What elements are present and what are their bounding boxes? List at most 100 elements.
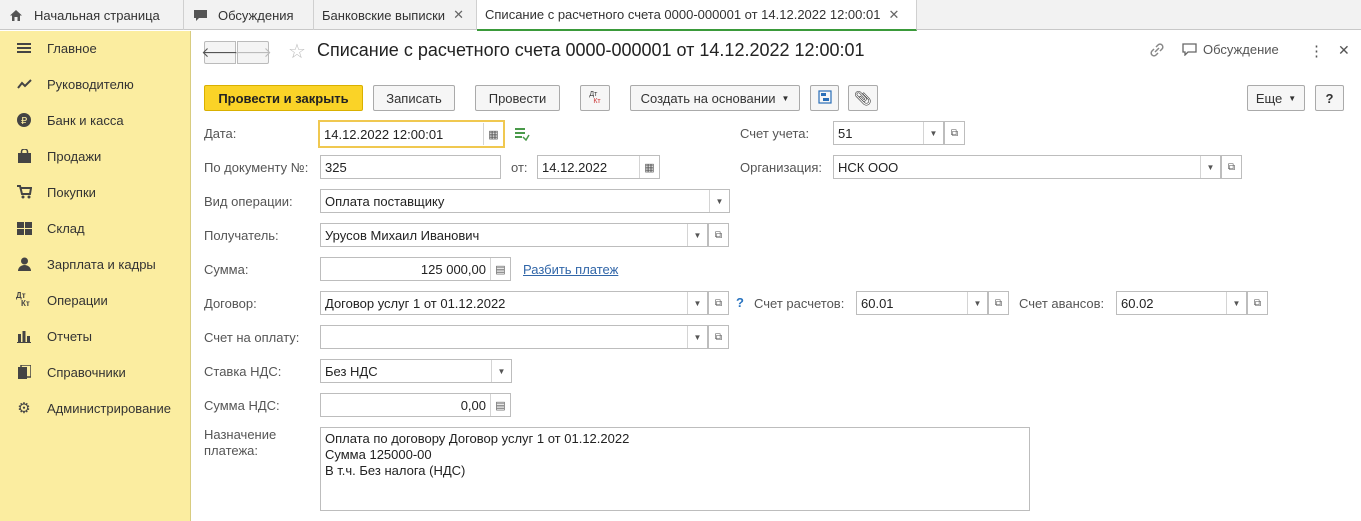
optype-value: Оплата поставщику (325, 193, 445, 209)
org-select[interactable]: НСК ООО ▼ (833, 155, 1221, 179)
tab-document[interactable]: Списание с расчетного счета 0000-000001 … (477, 0, 917, 31)
discussion-label: Обсуждение (1203, 42, 1279, 57)
menu-icon (16, 40, 32, 56)
split-payment-link[interactable]: Разбить платеж (523, 262, 618, 277)
calculator-icon[interactable]: ▤ (490, 258, 510, 280)
sidebar-item-label: Банк и касса (47, 112, 124, 128)
chevron-down-icon[interactable]: ▼ (687, 326, 707, 348)
discussion-button[interactable]: Обсуждение (1182, 42, 1279, 57)
docnum-field[interactable]: 325 (320, 155, 501, 179)
org-label: Организация: (740, 160, 823, 175)
sidebar-item-label: Руководителю (47, 76, 134, 92)
from-date-field[interactable]: 14.12.2022 ▦ (537, 155, 660, 179)
open-icon[interactable]: ⧉ (1247, 291, 1268, 315)
dt-kt-icon: Дт Кт (589, 91, 601, 105)
vat-rate-select[interactable]: Без НДС ▼ (320, 359, 512, 383)
sidebar-item-salary[interactable]: Зарплата и кадры (0, 252, 191, 276)
sidebar-item-label: Зарплата и кадры (47, 256, 156, 272)
optype-label: Вид операции: (204, 194, 293, 209)
sidebar-item-warehouse[interactable]: Склад (0, 216, 191, 240)
star-icon[interactable]: ☆ (288, 39, 306, 64)
open-icon[interactable]: ⧉ (708, 325, 729, 349)
post-button[interactable]: Провести (475, 85, 560, 111)
tab-label: Банковские выписки (322, 7, 446, 23)
sidebar-item-purchases[interactable]: Покупки (0, 180, 191, 204)
books-icon (16, 364, 32, 380)
open-icon[interactable]: ⧉ (1221, 155, 1242, 179)
settle-select[interactable]: 60.01 ▼ (856, 291, 988, 315)
recipient-select[interactable]: Урусов Михаил Иванович ▼ (320, 223, 708, 247)
settle-label: Счет расчетов: (754, 296, 845, 311)
vat-rate-label: Ставка НДС: (204, 364, 282, 379)
post-and-close-button[interactable]: Провести и закрыть (204, 85, 363, 111)
sidebar-item-operations[interactable]: Дт Кт Операции (0, 288, 191, 312)
purpose-line: В т.ч. Без налога (НДС) (325, 463, 466, 478)
structure-button[interactable] (810, 85, 839, 111)
docnum-value: 325 (325, 159, 347, 175)
tab-home[interactable]: Начальная страница (0, 0, 184, 30)
chevron-down-icon[interactable]: ▼ (709, 190, 729, 212)
close-icon[interactable]: ✕ (453, 7, 464, 23)
document-form: 🡐 🡒 ☆ Списание с расчетного счета 0000-0… (192, 31, 1361, 521)
calendar-icon[interactable]: ▦ (483, 123, 503, 145)
tab-bank-statements[interactable]: Банковские выписки ✕ (314, 0, 477, 30)
from-label: от: (511, 160, 528, 175)
chevron-down-icon[interactable]: ▼ (923, 122, 943, 144)
sidebar-item-main[interactable]: Главное (0, 36, 191, 60)
close-icon[interactable]: ✕ (1338, 42, 1350, 59)
help-icon[interactable]: ? (736, 295, 744, 310)
back-button[interactable]: 🡐 (201, 41, 239, 64)
invoice-select[interactable]: ▼ (320, 325, 708, 349)
recipient-value: Урусов Михаил Иванович (325, 227, 480, 243)
attach-button[interactable]: 📎︎ (848, 85, 878, 111)
person-icon (16, 256, 32, 272)
contract-select[interactable]: Договор услуг 1 от 01.12.2022 ▼ (320, 291, 708, 315)
paperclip-icon: 📎︎ (854, 89, 872, 106)
more-button[interactable]: Еще ▼ (1247, 85, 1305, 111)
chat-icon (192, 9, 208, 22)
tab-discussions[interactable]: Обсуждения (184, 0, 314, 30)
chevron-down-icon[interactable]: ▼ (1200, 156, 1220, 178)
sidebar-item-reports[interactable]: Отчеты (0, 324, 191, 348)
more-vertical-icon[interactable]: ⋮ (1309, 42, 1324, 60)
open-icon[interactable]: ⧉ (708, 223, 729, 247)
sidebar: Главное Руководителю ₽ Банк и касса Прод… (0, 31, 191, 521)
settle-value: 60.01 (861, 295, 894, 311)
sidebar-item-references[interactable]: Справочники (0, 360, 191, 384)
bar-chart-icon (16, 328, 32, 344)
forward-button[interactable]: 🡒 (234, 41, 272, 64)
optype-select[interactable]: Оплата поставщику ▼ (320, 189, 730, 213)
sidebar-item-bank[interactable]: ₽ Банк и касса (0, 108, 191, 132)
chevron-down-icon[interactable]: ▼ (491, 360, 511, 382)
date-value: 14.12.2022 12:00:01 (324, 126, 444, 142)
chevron-down-icon[interactable]: ▼ (1226, 292, 1246, 314)
status-icon[interactable] (514, 127, 530, 144)
advance-select[interactable]: 60.02 ▼ (1116, 291, 1247, 315)
open-icon[interactable]: ⧉ (944, 121, 965, 145)
sum-field[interactable]: 125 000,00 ▤ (320, 257, 511, 281)
contract-label: Договор: (204, 296, 257, 311)
sidebar-item-sales[interactable]: Продажи (0, 144, 191, 168)
sidebar-item-admin[interactable]: ⚙ Администрирование (0, 396, 191, 420)
calculator-icon[interactable]: ▤ (490, 394, 510, 416)
link-icon[interactable] (1149, 42, 1165, 58)
help-button[interactable]: ? (1315, 85, 1344, 111)
close-icon[interactable]: ✕ (888, 7, 899, 23)
open-icon[interactable]: ⧉ (708, 291, 729, 315)
open-icon[interactable]: ⧉ (988, 291, 1009, 315)
chevron-down-icon[interactable]: ▼ (687, 292, 707, 314)
sidebar-item-manager[interactable]: Руководителю (0, 72, 191, 96)
dt-kt-button[interactable]: Дт Кт (580, 85, 610, 111)
chevron-down-icon[interactable]: ▼ (687, 224, 707, 246)
chevron-down-icon[interactable]: ▼ (967, 292, 987, 314)
date-field[interactable]: 14.12.2022 12:00:01 ▦ (318, 120, 505, 148)
purpose-label: Назначение (204, 427, 277, 442)
create-based-on-label: Создать на основании (640, 90, 776, 106)
save-button[interactable]: Записать (373, 85, 455, 111)
calendar-icon[interactable]: ▦ (639, 156, 659, 178)
create-based-on-button[interactable]: Создать на основании ▼ (630, 85, 800, 111)
account-value: 51 (838, 125, 853, 141)
account-select[interactable]: 51 ▼ (833, 121, 944, 145)
purpose-textarea[interactable]: Оплата по договору Договор услуг 1 от 01… (320, 427, 1030, 511)
vat-sum-field[interactable]: 0,00 ▤ (320, 393, 511, 417)
